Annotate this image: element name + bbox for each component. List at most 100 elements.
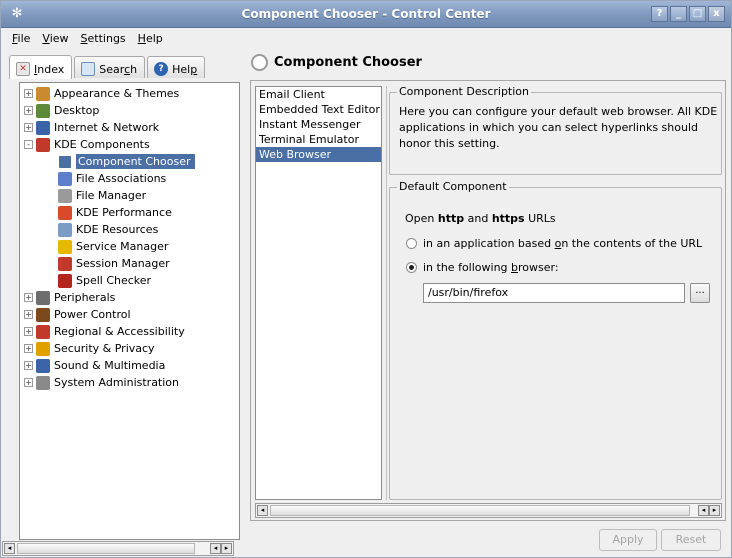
title-bar[interactable]: ✻ Component Chooser - Control Center ? _… [1,1,731,28]
tree-item-label: Security & Privacy [54,342,155,355]
scroll-left-arrow[interactable]: ◂ [4,543,15,554]
scroll-right-button[interactable]: ▸ [709,505,720,516]
radio-indicator[interactable] [406,262,417,273]
component-list-item[interactable]: Email Client [256,87,381,102]
component-list-item[interactable]: Web Browser [256,147,381,162]
expand-icon[interactable]: + [24,293,33,302]
component-list-item[interactable]: Terminal Emulator [256,132,381,147]
expand-icon[interactable]: + [24,106,33,115]
collapse-icon[interactable]: - [24,140,33,149]
close-button[interactable]: x [708,6,725,22]
kde-performance-icon [58,205,72,220]
component-list-item[interactable]: Instant Messenger [256,117,381,132]
scroll-left-button[interactable]: ◂ [698,505,709,516]
expand-icon[interactable]: + [24,310,33,319]
tree-item-label: Service Manager [76,240,169,253]
module-horizontal-scrollbar[interactable]: ◂ ◂ ▸ [255,503,722,518]
component-list[interactable]: Email Client Embedded Text Editor Instant … [255,86,382,500]
tree-item-label: Peripherals [54,291,116,304]
component-chooser-icon [58,154,72,169]
scroll-thumb[interactable] [270,505,690,516]
tree-item-label: Desktop [54,104,100,117]
tree-item-label: File Manager [76,189,147,202]
reset-button[interactable]: Reset [661,529,721,551]
menu-view[interactable]: View [36,29,74,49]
tab-help[interactable]: ? Help [147,56,206,78]
module-header: Component Chooser [251,52,422,72]
expand-icon[interactable]: + [24,89,33,98]
expand-icon[interactable]: + [24,361,33,370]
menu-bar: File View Settings Help [1,29,731,49]
tree-item-label: KDE Resources [76,223,159,236]
radio-by-url-contents[interactable]: in an application based on the contents … [406,237,702,250]
module-tree[interactable]: + Appearance & Themes + Desktop + Internet & … [19,82,240,540]
search-icon [81,62,96,76]
component-description-text: Here you can configure your default web … [399,105,718,150]
kde-resources-icon [58,222,72,237]
tree-item-label: Appearance & Themes [54,87,180,100]
power-control-icon [36,307,50,322]
tree-item-spell-checker[interactable]: Spell Checker [24,272,237,289]
tree-item-appearance-themes[interactable]: + Appearance & Themes [24,85,237,102]
tree-item-kde-resources[interactable]: KDE Resources [24,221,237,238]
help-button[interactable]: ? [651,6,668,22]
radio-following-browser[interactable]: in the following browser: [406,261,559,274]
scroll-thumb[interactable] [17,543,195,554]
apply-button[interactable]: Apply [599,529,657,551]
splitter[interactable] [386,86,387,500]
tree-horizontal-scrollbar[interactable]: ◂ ◂ ▸ [2,541,234,556]
tree-item-kde-performance[interactable]: KDE Performance [24,204,237,221]
spell-checker-icon [58,273,72,288]
index-icon: ✕ [16,62,30,76]
tree-item-security-privacy[interactable]: + Security & Privacy [24,340,237,357]
internet-network-icon [36,120,50,135]
expand-icon[interactable]: + [24,123,33,132]
maximize-button[interactable]: □ [689,6,706,22]
service-manager-icon [58,239,72,254]
group-title: Component Description [397,85,532,98]
scroll-left-arrow[interactable]: ◂ [257,505,268,516]
tree-item-system-administration[interactable]: + System Administration [24,374,237,391]
tree-item-sound-multimedia[interactable]: + Sound & Multimedia [24,357,237,374]
security-privacy-icon [36,341,50,356]
scroll-left-button[interactable]: ◂ [210,543,221,554]
menu-file[interactable]: File [6,29,36,49]
tree-item-label: Power Control [54,308,131,321]
tree-item-label: Component Chooser [76,154,195,169]
regional-accessibility-icon [36,324,50,339]
expand-icon[interactable]: + [24,327,33,336]
tree-item-label: System Administration [54,376,180,389]
tree-item-peripherals[interactable]: + Peripherals [24,289,237,306]
tree-item-label: KDE Performance [76,206,172,219]
menu-settings[interactable]: Settings [75,29,132,49]
group-title: Default Component [397,180,509,193]
file-associations-icon [58,171,72,186]
tree-item-file-associations[interactable]: File Associations [24,170,237,187]
tree-item-label: Regional & Accessibility [54,325,185,338]
tree-item-service-manager[interactable]: Service Manager [24,238,237,255]
menu-help[interactable]: Help [132,29,169,49]
tree-item-component-chooser[interactable]: Component Chooser [24,153,237,170]
expand-icon[interactable]: + [24,378,33,387]
tree-item-session-manager[interactable]: Session Manager [24,255,237,272]
tree-item-kde-components[interactable]: - KDE Components [24,136,237,153]
scroll-right-button[interactable]: ▸ [221,543,232,554]
minimize-button[interactable]: _ [670,6,687,22]
tree-item-file-manager[interactable]: File Manager [24,187,237,204]
browser-path-input[interactable]: /usr/bin/firefox [423,283,685,303]
tree-item-internet-network[interactable]: + Internet & Network [24,119,237,136]
tree-item-regional-accessibility[interactable]: + Regional & Accessibility [24,323,237,340]
browse-button[interactable]: ... [690,283,710,303]
radio-indicator[interactable] [406,238,417,249]
component-chooser-icon [251,53,268,71]
desktop-icon [36,103,50,118]
tree-item-desktop[interactable]: + Desktop [24,102,237,119]
component-list-item[interactable]: Embedded Text Editor [256,102,381,117]
tree-item-power-control[interactable]: + Power Control [24,306,237,323]
peripherals-icon [36,290,50,305]
module-title: Component Chooser [274,54,422,70]
tab-search[interactable]: Search [74,56,146,78]
tab-index[interactable]: ✕ Index [9,55,73,79]
appearance-themes-icon [36,86,50,101]
expand-icon[interactable]: + [24,344,33,353]
